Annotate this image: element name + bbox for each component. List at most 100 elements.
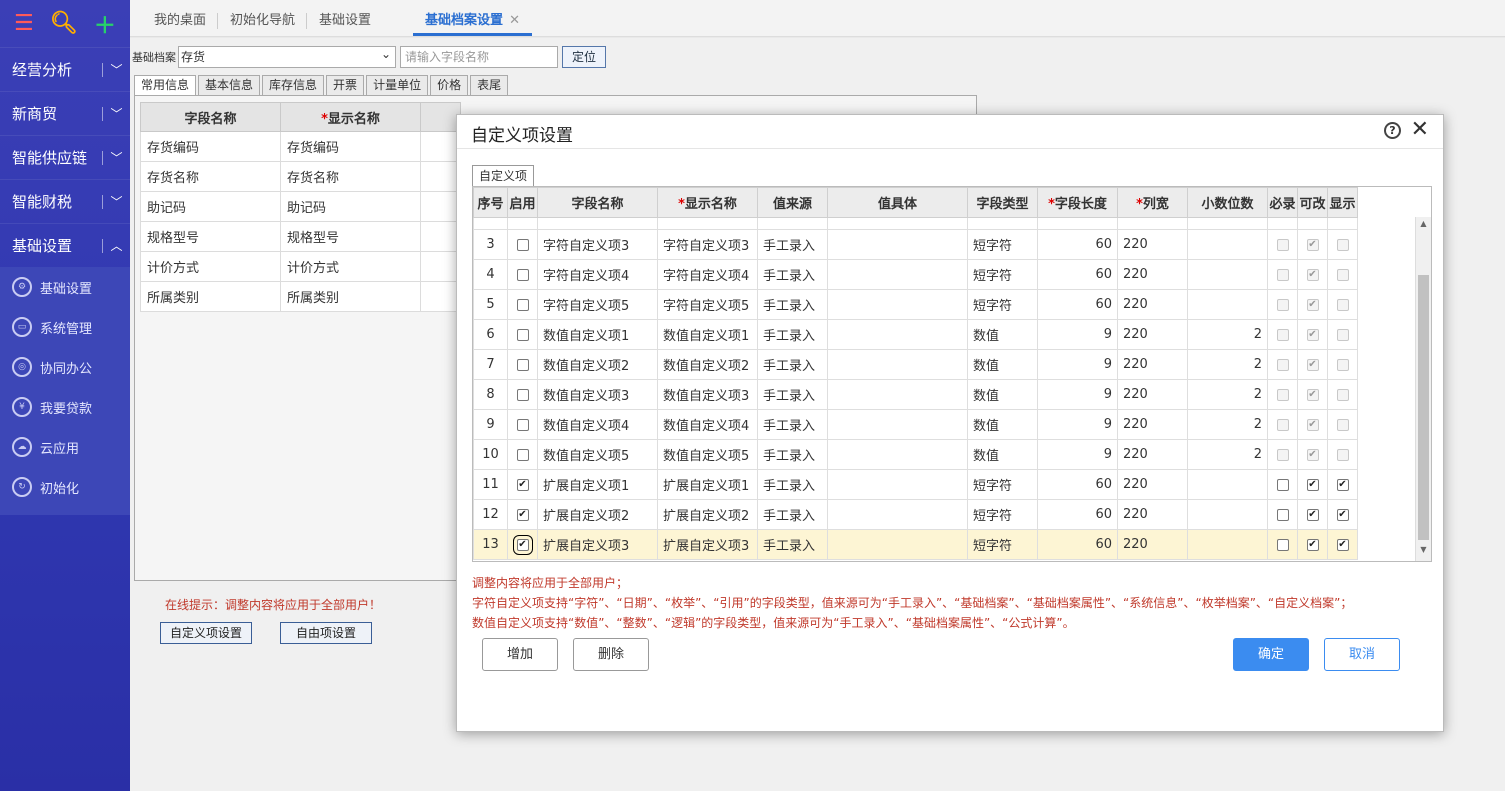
required-cell[interactable] — [1267, 469, 1298, 500]
decimals-cell[interactable]: 2 — [1187, 409, 1268, 440]
locate-button[interactable]: 定位 — [562, 46, 607, 68]
sidebar-menu-2[interactable]: 智能供应链 ﹀ — [0, 135, 130, 179]
show-checkbox[interactable] — [1336, 298, 1349, 311]
show-checkbox[interactable] — [1336, 328, 1349, 341]
display-name-cell[interactable]: 字符自定义项3 — [657, 229, 758, 260]
sidebar-item-5[interactable]: ↻ 初始化 — [0, 467, 130, 507]
decimals-cell[interactable] — [1187, 259, 1268, 290]
field-length-cell[interactable]: 60 — [1037, 499, 1118, 530]
table-row[interactable]: 5 字符自定义项5 字符自定义项5 手工录入 短字符 60 220 ✔ — [473, 289, 1358, 320]
editable-cell[interactable]: ✔ — [1297, 229, 1328, 260]
editable-cell[interactable]: ✔ — [1297, 439, 1328, 470]
sidebar-item-2[interactable]: ◎ 协同办公 — [0, 347, 130, 387]
enabled-cell[interactable] — [507, 229, 538, 260]
archive-select[interactable]: 存货 — [178, 44, 396, 68]
field-type-cell[interactable]: 数值 — [967, 349, 1038, 380]
editable-checkbox[interactable]: ✔ — [1306, 508, 1319, 521]
sidebar-item-3[interactable]: ¥ 我要贷款 — [0, 387, 130, 427]
field-search-input[interactable]: 请输入字段名称 — [400, 46, 558, 68]
editable-checkbox[interactable]: ✔ — [1306, 418, 1319, 431]
custom-item-settings-button[interactable]: 自定义项设置 — [160, 622, 252, 644]
required-checkbox[interactable] — [1276, 478, 1289, 491]
field-type-cell[interactable]: 数值 — [967, 409, 1038, 440]
required-checkbox[interactable] — [1276, 418, 1289, 431]
required-cell[interactable] — [1267, 259, 1298, 290]
cancel-button[interactable]: 取消 — [1324, 638, 1400, 671]
decimals-cell[interactable]: 2 — [1187, 379, 1268, 410]
decimals-cell[interactable] — [1187, 289, 1268, 320]
add-button[interactable]: 增加 — [482, 638, 558, 671]
enabled-cell[interactable] — [507, 439, 538, 470]
display-name-cell[interactable]: 扩展自定义项3 — [657, 529, 758, 560]
help-icon[interactable]: ? — [1384, 122, 1401, 139]
editable-checkbox[interactable]: ✔ — [1306, 298, 1319, 311]
editable-cell[interactable]: ✔ — [1297, 349, 1328, 380]
required-cell[interactable] — [1267, 409, 1298, 440]
subtab-2[interactable]: 库存信息 — [262, 75, 325, 95]
show-cell[interactable]: ✔ — [1327, 469, 1358, 500]
enabled-checkbox[interactable]: ✔ — [516, 478, 529, 491]
decimals-cell[interactable] — [1187, 529, 1268, 560]
column-width-cell[interactable]: 220 — [1117, 229, 1188, 260]
column-width-cell[interactable]: 220 — [1117, 259, 1188, 290]
show-cell[interactable] — [1327, 409, 1358, 440]
enabled-cell[interactable] — [507, 409, 538, 440]
field-type-cell[interactable]: 数值 — [967, 439, 1038, 470]
table-row[interactable]: 12 ✔ 扩展自定义项2 扩展自定义项2 手工录入 短字符 60 220 ✔ ✔ — [473, 499, 1358, 530]
editable-checkbox[interactable]: ✔ — [1306, 268, 1319, 281]
column-width-cell[interactable]: 220 — [1117, 469, 1188, 500]
table-row[interactable]: 计价方式 计价方式 — [140, 251, 461, 282]
enabled-checkbox[interactable] — [516, 268, 529, 281]
subtab-1[interactable]: 基本信息 — [198, 75, 261, 95]
show-cell[interactable] — [1327, 379, 1358, 410]
value-source-cell[interactable]: 手工录入 — [757, 469, 828, 500]
field-length-cell[interactable]: 9 — [1037, 379, 1118, 410]
table-row[interactable]: 4 字符自定义项4 字符自定义项4 手工录入 短字符 60 220 ✔ — [473, 259, 1358, 290]
sidebar-menu-0[interactable]: 经营分析 ﹀ — [0, 47, 130, 91]
value-detail-cell[interactable] — [827, 379, 968, 410]
value-detail-cell[interactable] — [827, 529, 968, 560]
table-row[interactable]: 所属类别 所属类别 — [140, 281, 461, 312]
enabled-checkbox[interactable]: ✔ — [512, 534, 533, 555]
value-detail-cell[interactable] — [827, 409, 968, 440]
show-checkbox[interactable] — [1336, 238, 1349, 251]
editable-checkbox[interactable]: ✔ — [1306, 448, 1319, 461]
delete-button[interactable]: 删除 — [573, 638, 649, 671]
editable-checkbox[interactable]: ✔ — [1306, 478, 1319, 491]
required-checkbox[interactable] — [1276, 328, 1289, 341]
editable-checkbox[interactable]: ✔ — [1306, 538, 1319, 551]
decimals-cell[interactable] — [1187, 229, 1268, 260]
decimals-cell[interactable]: 2 — [1187, 319, 1268, 350]
show-checkbox[interactable]: ✔ — [1336, 538, 1349, 551]
decimals-cell[interactable]: 2 — [1187, 349, 1268, 380]
display-name-cell[interactable]: 字符自定义项4 — [657, 259, 758, 290]
display-name-cell[interactable]: 数值自定义项5 — [657, 439, 758, 470]
chevron-down-icon[interactable]: ﹀ — [102, 62, 130, 77]
required-cell[interactable] — [1267, 349, 1298, 380]
tab-custom-items[interactable]: 自定义项 — [472, 165, 535, 186]
required-checkbox[interactable] — [1276, 298, 1289, 311]
field-length-cell[interactable]: 9 — [1037, 349, 1118, 380]
subtab-4[interactable]: 计量单位 — [366, 75, 429, 95]
column-width-cell[interactable]: 220 — [1117, 289, 1188, 320]
enabled-checkbox[interactable] — [516, 298, 529, 311]
close-icon[interactable]: ✕ — [1411, 117, 1429, 142]
display-name-cell[interactable]: 存货名称 — [280, 161, 421, 192]
display-name-cell[interactable]: 助记码 — [280, 191, 421, 222]
required-cell[interactable] — [1267, 529, 1298, 560]
required-checkbox[interactable] — [1276, 538, 1289, 551]
value-source-cell[interactable]: 手工录入 — [757, 319, 828, 350]
value-source-cell[interactable]: 手工录入 — [757, 379, 828, 410]
editable-checkbox[interactable]: ✔ — [1306, 238, 1319, 251]
table-row[interactable]: 7 数值自定义项2 数值自定义项2 手工录入 数值 9 220 2 ✔ — [473, 349, 1358, 380]
free-item-settings-button[interactable]: 自由项设置 — [280, 622, 372, 644]
field-length-cell[interactable]: 60 — [1037, 529, 1118, 560]
show-cell[interactable] — [1327, 289, 1358, 320]
value-detail-cell[interactable] — [827, 289, 968, 320]
value-source-cell[interactable]: 手工录入 — [757, 529, 828, 560]
display-name-cell[interactable]: 计价方式 — [280, 251, 421, 282]
table-row[interactable]: 6 数值自定义项1 数值自定义项1 手工录入 数值 9 220 2 ✔ — [473, 319, 1358, 350]
required-cell[interactable] — [1267, 289, 1298, 320]
field-length-cell[interactable]: 60 — [1037, 229, 1118, 260]
show-checkbox[interactable]: ✔ — [1336, 508, 1349, 521]
